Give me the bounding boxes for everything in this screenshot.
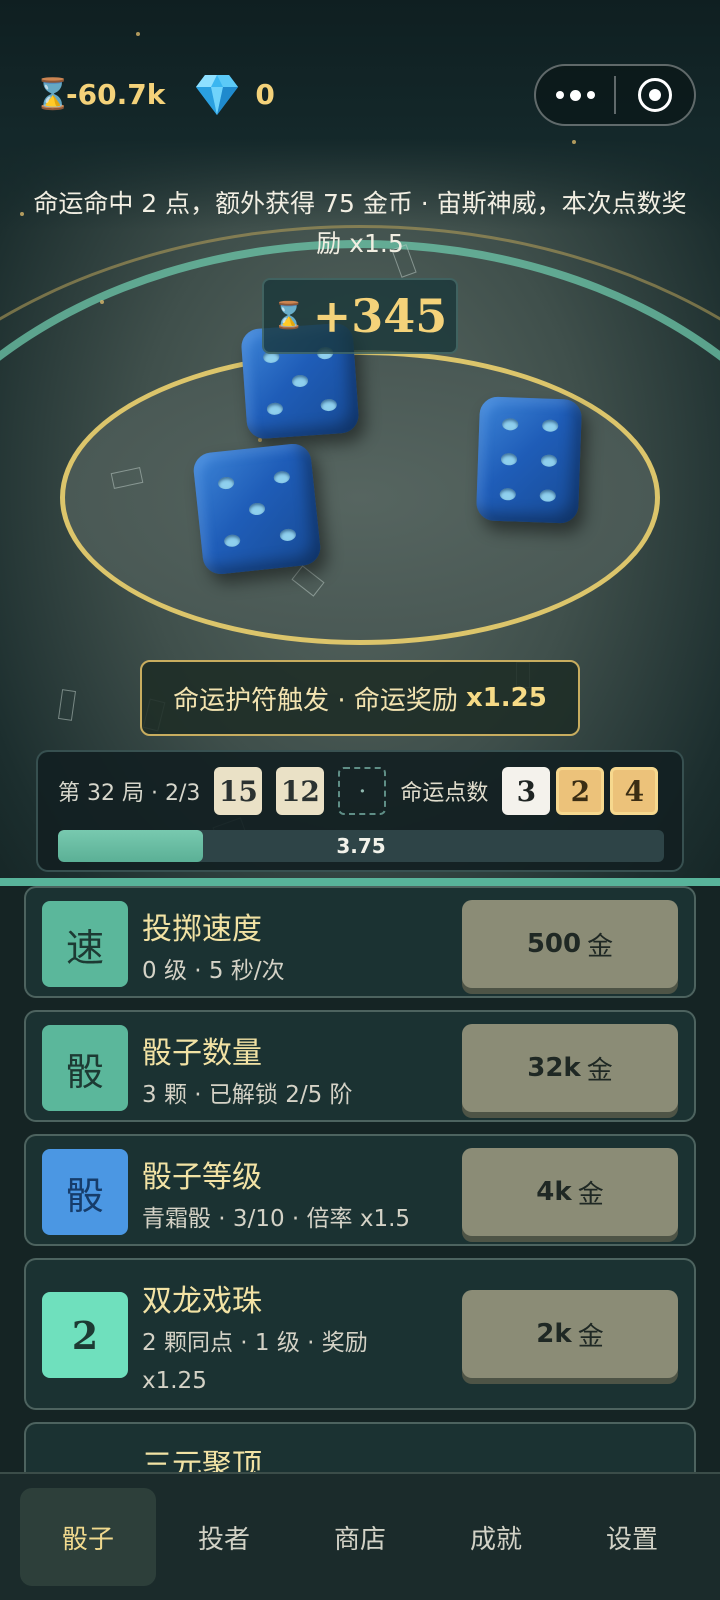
die-pip (320, 398, 338, 412)
die-pip (291, 374, 309, 388)
charm-trigger-banner: 命运护符触发 · 命运奖励 x1.25 (140, 660, 580, 736)
sparkle (136, 32, 140, 36)
gem-balance: 0 (255, 77, 275, 111)
price: 4k (536, 1177, 572, 1207)
pair-bonus-icon: 2 (42, 1292, 128, 1378)
upgrade-detail: 0 级 · 5 秒/次 (142, 958, 285, 984)
die (191, 442, 323, 576)
fate-number-hit: 2 (556, 767, 605, 815)
tab-dice[interactable]: 骰子 (20, 1488, 156, 1586)
fate-number-hit: 4 (610, 767, 659, 815)
sparkle (100, 300, 104, 304)
price-unit: 金 (586, 1055, 613, 1086)
more-dots-icon[interactable] (536, 89, 614, 101)
die-pip (279, 528, 297, 542)
dice-count-icon: 骰 (42, 1025, 128, 1111)
target-close-icon[interactable] (616, 78, 694, 112)
diamond-icon (196, 75, 239, 115)
bottom-nav: 骰子 投者 商店 成就 设置 (0, 1472, 720, 1600)
tab-shop[interactable]: 商店 (292, 1488, 428, 1586)
die-pip (542, 419, 559, 433)
die-pip (273, 470, 291, 484)
price-unit: 金 (587, 931, 614, 962)
payout-amount: +345 (312, 289, 448, 343)
upgrade-card-double-dragon: 2 双龙戏珠 2 颗同点 · 1 级 · 奖励 x1.25 2k 金 (24, 1258, 696, 1410)
die-pip (217, 476, 235, 490)
price: 2k (536, 1319, 572, 1349)
price-unit: 金 (577, 1179, 604, 1210)
tab-achievements[interactable]: 成就 (428, 1488, 564, 1586)
sparkle (20, 212, 24, 216)
price: 500 (526, 929, 582, 959)
coin-balance: -60.7k (66, 77, 166, 111)
buy-speed-button[interactable]: 500 金 (462, 900, 678, 988)
upgrade-detail: 3 颗 · 已解锁 2/5 阶 (142, 1082, 353, 1108)
coin-icon: ⌛ (34, 76, 72, 112)
round-progress-bar: 3.75 (58, 830, 664, 862)
die-pip (501, 418, 519, 431)
roll-result: 12 (276, 767, 325, 815)
die-pip (541, 454, 558, 467)
progress-value: 3.75 (336, 834, 386, 858)
result-message: 命运命中 2 点，额外获得 75 金币 · 宙斯神威，本次点数奖励 x1.5 (33, 189, 687, 258)
buy-double-dragon-button[interactable]: 2k 金 (462, 1290, 678, 1378)
die-pip (500, 453, 517, 466)
pending-roll-slot: · (338, 767, 387, 815)
roll-result: 15 (214, 767, 263, 815)
upgrade-card-dice-level: 骰 骰子等级 青霜骰 · 3/10 · 倍率 x1.5 4k 金 (24, 1134, 696, 1246)
payout-badge: ⌛ +345 (262, 278, 458, 354)
dice-level-icon: 骰 (42, 1149, 128, 1235)
fate-number: 3 (502, 767, 551, 815)
upgrade-title: 投掷速度 (142, 912, 262, 947)
price: 32k (527, 1053, 581, 1083)
section-divider (0, 878, 720, 886)
dice-arena (0, 0, 720, 880)
sparkle (572, 140, 576, 144)
round-label: 第 32 局 · 2/3 (58, 781, 201, 806)
upgrade-title: 三元聚顶 (142, 1448, 262, 1472)
die-pip (223, 534, 241, 548)
buy-dice-count-button[interactable]: 32k 金 (462, 1024, 678, 1112)
tab-throwers[interactable]: 投者 (156, 1488, 292, 1586)
round-panel: 第 32 局 · 2/3 15 12 · 命运点数 3 2 4 3.75 (36, 750, 684, 872)
coin-icon: ⌛ (272, 301, 306, 331)
buy-dice-level-button[interactable]: 4k 金 (462, 1148, 678, 1236)
die-pip (539, 489, 557, 502)
upgrade-title: 双龙戏珠 (142, 1284, 262, 1319)
die-pip (266, 402, 284, 416)
charm-text: 命运护符触发 · 命运奖励 (173, 685, 458, 716)
fate-points-label: 命运点数 (400, 781, 489, 806)
tab-settings[interactable]: 设置 (564, 1488, 700, 1586)
currency-bar: ⌛ -60.7k 0 (34, 70, 275, 118)
charm-multiplier: x1.25 (465, 683, 547, 713)
miniprogram-capsule (534, 64, 696, 126)
upgrade-card-dice-count: 骰 骰子数量 3 颗 · 已解锁 2/5 阶 32k 金 (24, 1010, 696, 1122)
upgrade-card-partial: 三元聚顶 (24, 1422, 696, 1472)
upgrade-list[interactable]: 速 投掷速度 0 级 · 5 秒/次 500 金 骰 骰子数量 3 颗 · 已解锁… (0, 886, 720, 1472)
sparkle (258, 438, 262, 442)
upgrade-detail: 青霜骰 · 3/10 · 倍率 x1.5 (142, 1206, 411, 1232)
die-pip (499, 487, 516, 501)
speed-icon: 速 (42, 901, 128, 987)
die-pip (248, 502, 266, 516)
upgrade-detail: 2 颗同点 · 1 级 · 奖励 x1.25 (142, 1330, 368, 1394)
upgrade-card-speed: 速 投掷速度 0 级 · 5 秒/次 500 金 (24, 886, 696, 998)
die (475, 396, 583, 524)
price-unit: 金 (577, 1321, 604, 1352)
upgrade-title: 骰子数量 (142, 1036, 262, 1071)
upgrade-title: 骰子等级 (142, 1160, 262, 1195)
